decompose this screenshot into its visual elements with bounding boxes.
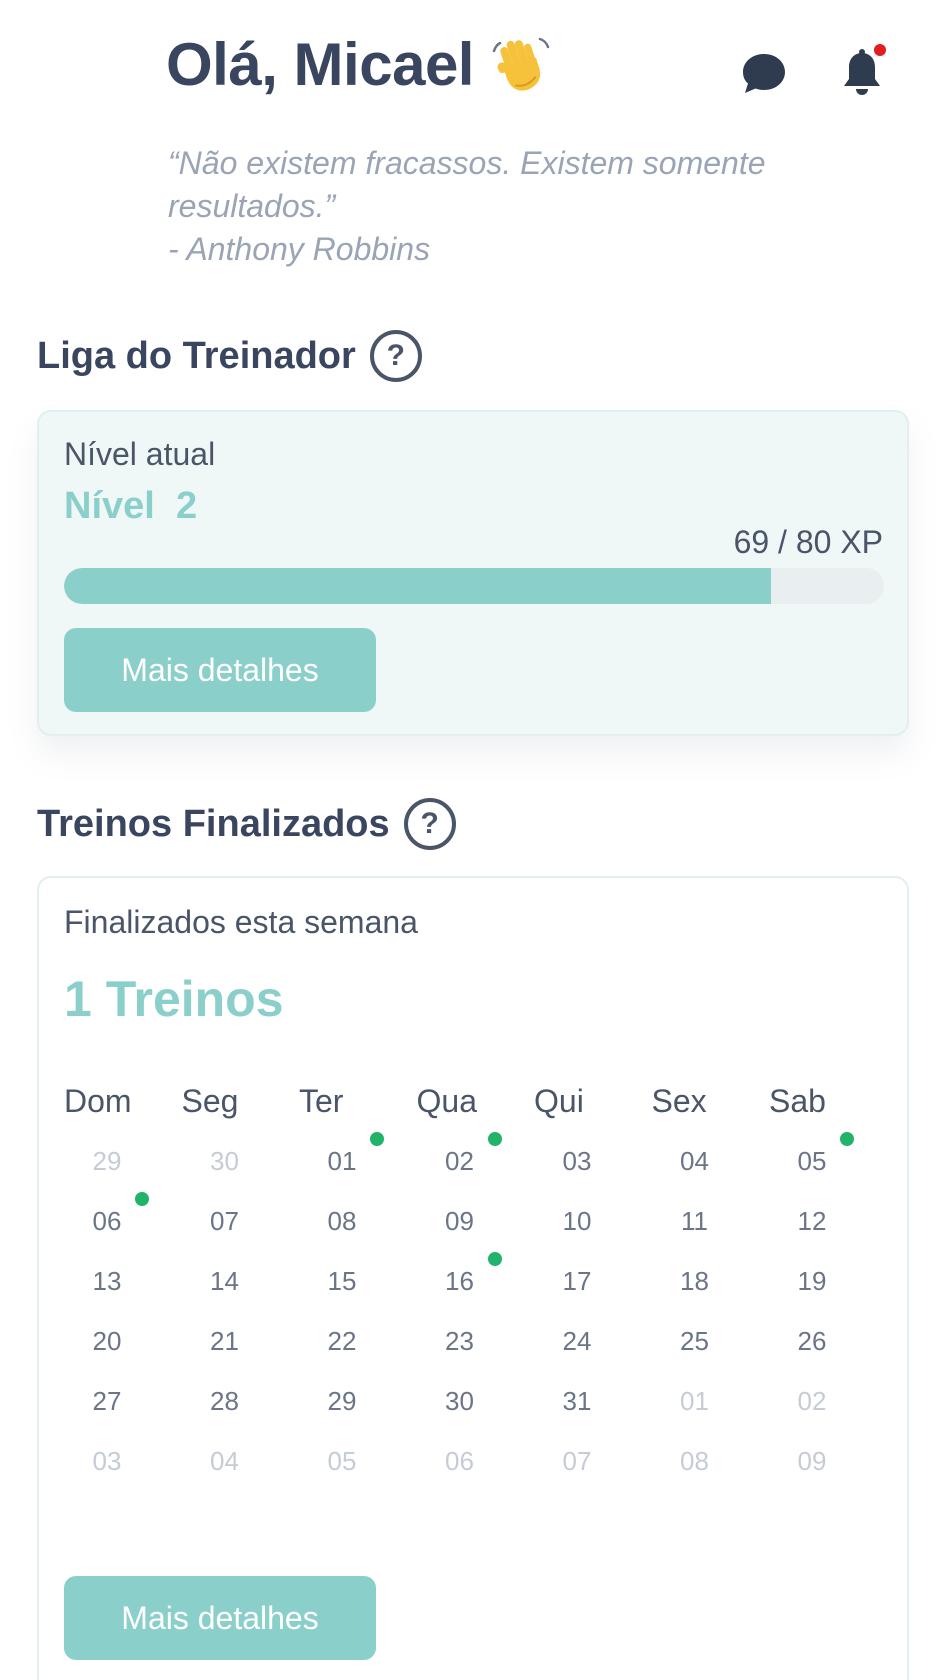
calendar-day[interactable]: 12 bbox=[772, 1206, 852, 1237]
calendar-day[interactable]: 07 bbox=[537, 1446, 617, 1477]
greeting-heading: Olá, Micael bbox=[166, 30, 552, 99]
calendar-day[interactable]: 26 bbox=[772, 1326, 852, 1357]
quote-line-1: “Não existem fracassos. Existem somente bbox=[168, 145, 766, 181]
workout-done-dot bbox=[370, 1132, 384, 1146]
liga-card: Nível atual Nível 2 69 / 80 XP Mais deta… bbox=[37, 410, 909, 736]
calendar-day[interactable]: 09 bbox=[420, 1206, 500, 1237]
treinos-count: 1 Treinos bbox=[64, 971, 284, 1027]
calendar-day[interactable]: 31 bbox=[537, 1386, 617, 1417]
calendar-day[interactable]: 13 bbox=[67, 1266, 147, 1297]
calendar-day[interactable]: 15 bbox=[302, 1266, 382, 1297]
liga-title-text: Liga do Treinador bbox=[37, 334, 356, 377]
quote-line-2: resultados.” bbox=[168, 188, 336, 224]
calendar-day[interactable]: 03 bbox=[537, 1146, 617, 1177]
calendar-day[interactable]: 05 bbox=[772, 1146, 852, 1177]
weekday-qui: Qui bbox=[534, 1083, 584, 1119]
calendar-day[interactable]: 05 bbox=[302, 1446, 382, 1477]
calendar-day[interactable]: 03 bbox=[67, 1446, 147, 1477]
notifications-button[interactable] bbox=[836, 44, 888, 100]
calendar-day[interactable]: 29 bbox=[302, 1386, 382, 1417]
calendar-day[interactable]: 08 bbox=[302, 1206, 382, 1237]
calendar-day[interactable]: 02 bbox=[420, 1146, 500, 1177]
calendar-day[interactable]: 27 bbox=[67, 1386, 147, 1417]
treinos-title-text: Treinos Finalizados bbox=[37, 802, 390, 845]
bell-icon bbox=[844, 49, 880, 95]
workout-done-dot bbox=[840, 1132, 854, 1146]
calendar-day[interactable]: 06 bbox=[420, 1446, 500, 1477]
chat-button[interactable] bbox=[738, 48, 790, 100]
treinos-section-title: Treinos Finalizados ? bbox=[37, 798, 456, 850]
calendar-day[interactable]: 04 bbox=[655, 1146, 735, 1177]
calendar-day[interactable]: 22 bbox=[302, 1326, 382, 1357]
calendar-day[interactable]: 25 bbox=[655, 1326, 735, 1357]
calendar-day[interactable]: 02 bbox=[772, 1386, 852, 1417]
help-icon[interactable]: ? bbox=[403, 798, 456, 850]
calendar-day[interactable]: 20 bbox=[67, 1326, 147, 1357]
weekday-sab: Sab bbox=[769, 1083, 826, 1119]
quote-author: - Anthony Robbins bbox=[168, 231, 431, 267]
calendar-day[interactable]: 19 bbox=[772, 1266, 852, 1297]
current-level-label: Nível atual bbox=[64, 436, 216, 472]
chat-bubble-icon bbox=[743, 54, 785, 93]
calendar-day[interactable]: 18 bbox=[655, 1266, 735, 1297]
calendar-day[interactable]: 04 bbox=[185, 1446, 265, 1477]
weekday-ter: Ter bbox=[299, 1083, 344, 1119]
xp-progress-fill bbox=[64, 568, 772, 604]
xp-progress-bar bbox=[64, 568, 884, 604]
home-screen: Olá, Micael “Não existem fracassos. Exis… bbox=[0, 0, 945, 1680]
calendar-day[interactable]: 08 bbox=[655, 1446, 735, 1477]
xp-text: 69 / 80 XP bbox=[733, 524, 883, 560]
calendar-day[interactable]: 14 bbox=[185, 1266, 265, 1297]
workout-done-dot bbox=[487, 1252, 502, 1266]
notification-dot bbox=[874, 44, 886, 56]
weekday-sex: Sex bbox=[651, 1083, 707, 1119]
liga-details-button[interactable]: Mais detalhes bbox=[64, 628, 376, 712]
calendar-day[interactable]: 09 bbox=[772, 1446, 852, 1477]
calendar-day[interactable]: 01 bbox=[302, 1146, 382, 1177]
liga-section-title: Liga do Treinador ? bbox=[37, 330, 422, 382]
calendar-day[interactable]: 16 bbox=[420, 1266, 500, 1297]
calendar-day[interactable]: 01 bbox=[655, 1386, 735, 1417]
calendar-day[interactable]: 23 bbox=[420, 1326, 500, 1357]
help-icon[interactable]: ? bbox=[369, 330, 422, 382]
workout-done-dot bbox=[487, 1132, 502, 1146]
treinos-details-button[interactable]: Mais detalhes bbox=[64, 1576, 376, 1660]
calendar-day[interactable]: 17 bbox=[537, 1266, 617, 1297]
calendar-day[interactable]: 21 bbox=[185, 1326, 265, 1357]
waving-hand-icon bbox=[492, 37, 550, 91]
calendar-day[interactable]: 07 bbox=[185, 1206, 265, 1237]
calendar-day[interactable]: 24 bbox=[537, 1326, 617, 1357]
calendar-day[interactable]: 11 bbox=[655, 1206, 735, 1237]
calendar-day[interactable]: 28 bbox=[185, 1386, 265, 1417]
workout-done-dot bbox=[135, 1192, 149, 1206]
treinos-card: Finalizados esta semana 1 Treinos Dom Seg… bbox=[37, 876, 909, 1680]
weekday-seg: Seg bbox=[181, 1083, 239, 1119]
motivational-quote: “Não existem fracassos. Existem somente … bbox=[168, 142, 888, 271]
greeting-text: Olá, Micael bbox=[166, 31, 474, 98]
finished-this-week-label: Finalizados esta semana bbox=[64, 904, 418, 940]
calendar-day[interactable]: 29 bbox=[67, 1146, 147, 1177]
calendar-day[interactable]: 06 bbox=[67, 1206, 147, 1237]
calendar-day[interactable]: 30 bbox=[420, 1386, 500, 1417]
weekday-qua: Qua bbox=[416, 1083, 477, 1119]
weekday-dom: Dom bbox=[64, 1083, 132, 1119]
calendar-day[interactable]: 30 bbox=[185, 1146, 265, 1177]
calendar-day[interactable]: 10 bbox=[537, 1206, 617, 1237]
current-level-value: Nível 2 bbox=[64, 485, 198, 527]
